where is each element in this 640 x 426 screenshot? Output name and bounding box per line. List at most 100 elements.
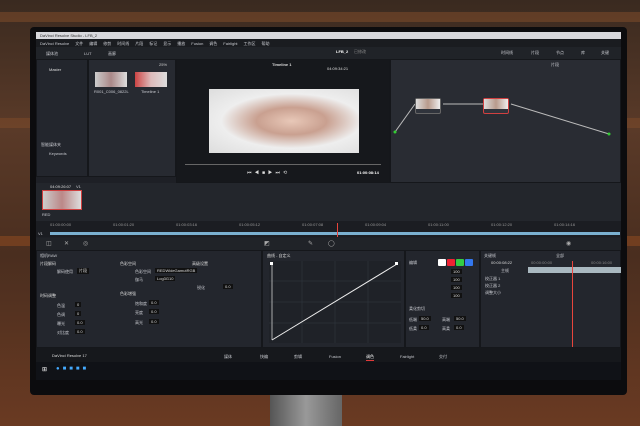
curves-panel: 曲线 - 自定义 [262,250,405,348]
mini-timeline[interactable]: 01:00:00:00 01:00:01:20 01:00:03:16 01:00:0… [36,221,621,237]
menu-item[interactable]: 时间线 [117,41,129,46]
timeline-selector[interactable]: Timeline 1 [272,62,292,67]
green-channel-button[interactable] [456,259,464,266]
timeline-thumbnail[interactable] [135,72,167,87]
qualifier-icon[interactable]: ✎ [308,240,313,247]
menu-item[interactable]: 调色 [209,41,217,46]
viewer: Timeline 1 04:09:34:21 ⏮◀■▶⏭⟲ 01:00:08:1… [176,59,390,183]
bin-master[interactable]: Master [49,67,61,72]
page-cut[interactable]: 快编 [260,354,268,360]
menu-item[interactable]: 工作区 [244,41,256,46]
page-deliver[interactable]: 交付 [439,354,447,360]
keyframe-row[interactable]: 调整大小 [485,290,501,296]
color-match-icon[interactable]: ✕ [64,240,69,247]
curves-icon[interactable]: ◩ [264,240,270,247]
menu-item[interactable]: 显示 [163,41,171,46]
channel-link-button[interactable] [438,259,446,266]
ruler-tick: 01:00:07:08 [302,222,324,227]
menu-item[interactable]: 修剪 [103,41,111,46]
lut-button[interactable]: LUT [84,51,92,56]
keyframe-row[interactable]: 校正器 1 [485,276,500,282]
field-label: 伽马 [135,277,143,282]
scopes-icon[interactable]: ◉ [566,240,571,247]
decode-select[interactable]: 片段 [77,268,89,274]
gamma-select[interactable]: Log3G10 [155,276,176,281]
transport-controls[interactable]: ⏮◀■▶⏭⟲ [247,170,290,176]
field-label: 色彩空间 [135,269,151,274]
clip-strip: 04:09:26:07 V1 RED [36,183,621,221]
ruler-tick: 01:00:01:20 [113,222,135,227]
blue-intensity[interactable]: 100 [451,293,462,298]
library-toggle[interactable]: 库 [581,50,585,56]
clip-thumbnail[interactable] [95,72,127,87]
colorspace-select[interactable]: REDWideGamutRGB [155,268,198,273]
tint-value[interactable]: 0 [75,311,82,316]
page-media[interactable]: 媒体 [224,354,232,360]
taskbar-app-icons[interactable]: ●■■■■ [56,366,89,372]
playhead[interactable] [337,223,338,237]
page-fairlight[interactable]: Fairlight [400,354,414,359]
timeline-toggle[interactable]: 时间线 [501,50,513,56]
viewer-image [209,89,359,153]
section-title: 色彩空间 [120,261,136,266]
curve-edit-panel: 编辑 100 100 100 100 柔化剪切 低端 50.0 高端 50.0 低柔… [405,250,480,348]
sharp-value[interactable]: 0.0 [223,284,233,289]
exposure-value[interactable]: 0.0 [75,320,85,325]
temp-value[interactable]: 0 [75,302,82,307]
menu-item[interactable]: Fairlight [223,41,237,46]
color-wheels-icon[interactable]: ◎ [83,240,88,247]
menu-item[interactable]: Fusion [191,41,203,46]
field-label: 高端 [442,317,450,322]
camera-raw-icon[interactable]: ◫ [46,240,52,247]
start-icon[interactable]: ⊞ [42,366,47,373]
media-pool-button[interactable]: 媒体池 [46,51,58,57]
y-intensity[interactable]: 100 [451,269,462,274]
keyframe-playhead[interactable] [572,261,573,347]
page-edit[interactable]: 剪辑 [294,354,302,360]
node-02[interactable] [483,98,509,114]
red-intensity[interactable]: 100 [451,277,462,282]
gallery-button[interactable]: 画廊 [108,51,116,57]
field-label: 色调 [57,312,65,317]
menu-item[interactable]: 播放 [177,41,185,46]
smart-bin-keywords[interactable]: Keywords [49,151,67,156]
clips-toggle[interactable]: 片段 [531,50,539,56]
low-value[interactable]: 50.0 [419,316,431,321]
blue-channel-button[interactable] [465,259,473,266]
menu-item[interactable]: 文件 [75,41,83,46]
contrast-value[interactable]: 0.0 [75,329,85,334]
zoom-level[interactable]: 25% [159,62,167,67]
window-icon[interactable]: ◯ [328,240,335,247]
keyframe-row[interactable]: 校正器 2 [485,283,500,289]
scrubber[interactable] [185,164,381,165]
keyframe-filter[interactable]: 全部 [556,253,564,259]
master-track[interactable]: 主帧 [501,268,509,274]
high-value[interactable]: 50.0 [454,316,466,321]
curve-graph[interactable] [269,261,401,343]
keyframe-toggle[interactable]: 关键 [601,50,609,56]
page-color[interactable]: 调色 [366,354,374,361]
field-label: 锐化 [197,285,205,290]
red-channel-button[interactable] [447,259,455,266]
field-label: 高柔 [442,326,450,331]
nodes-toggle[interactable]: 节点 [556,50,564,56]
green-intensity[interactable]: 100 [451,285,462,290]
menu-item[interactable]: DaVinci Resolve [40,41,69,46]
ruler-tick: 01:00:05:12 [239,222,261,227]
menu-item[interactable]: 片段 [135,41,143,46]
page-fusion[interactable]: Fusion [329,354,341,359]
low-soft-value[interactable]: 0.0 [419,325,429,330]
clip-track: V1 [76,184,81,189]
saturation-value[interactable]: 0.0 [149,300,159,305]
node-01[interactable] [415,98,441,114]
master-keyframe-bar[interactable] [528,267,621,273]
menu-item[interactable]: 标记 [149,41,157,46]
highlight-value[interactable]: 0.0 [149,319,159,324]
clip-thumbnail-selected[interactable] [42,190,82,210]
brightness-value[interactable]: 0.0 [149,309,159,314]
high-soft-value[interactable]: 0.0 [454,325,464,330]
menu-item[interactable]: 帮助 [262,41,270,46]
menu-item[interactable]: 编辑 [89,41,97,46]
section-title: 时码调整 [40,293,56,298]
track-clip-bar[interactable] [50,232,620,235]
